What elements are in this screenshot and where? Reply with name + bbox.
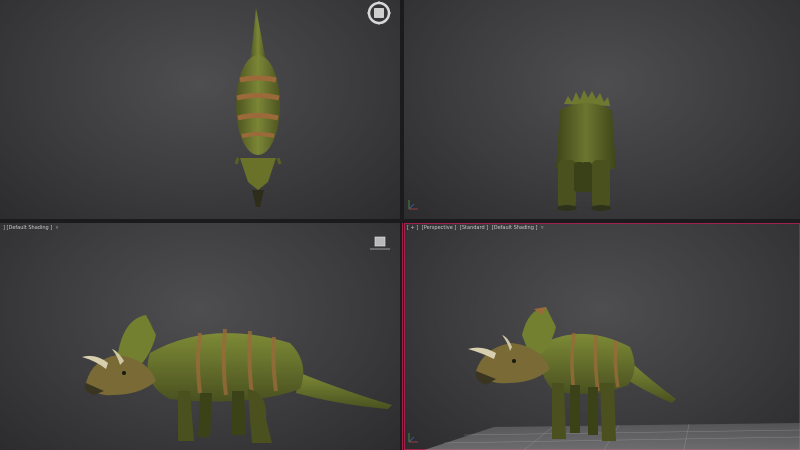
viewport-divider-horizontal[interactable] — [0, 219, 800, 223]
active-viewport-border — [402, 223, 403, 450]
perspective-view-model — [424, 307, 800, 450]
side-view-model — [82, 315, 392, 443]
front-view-model — [556, 90, 616, 211]
steering-wheel-icon[interactable] — [366, 0, 392, 26]
viewport-perspective[interactable]: [ + ] [Perspective ] [Standard ] [Defaul… — [404, 223, 800, 450]
viewport-left[interactable]: ] [Default Shading ] ▿ — [0, 223, 400, 450]
axis-tripod-icon — [408, 433, 418, 443]
viewport-front[interactable] — [404, 0, 800, 219]
axis-tripod-icon — [408, 200, 418, 210]
max-viewport-layout: ] [Default Shading ] ▿ [+] [Perspectiv… — [0, 0, 800, 450]
viewcube-icon[interactable] — [370, 235, 390, 251]
top-view-model — [234, 8, 282, 207]
viewport-top[interactable] — [0, 0, 400, 219]
